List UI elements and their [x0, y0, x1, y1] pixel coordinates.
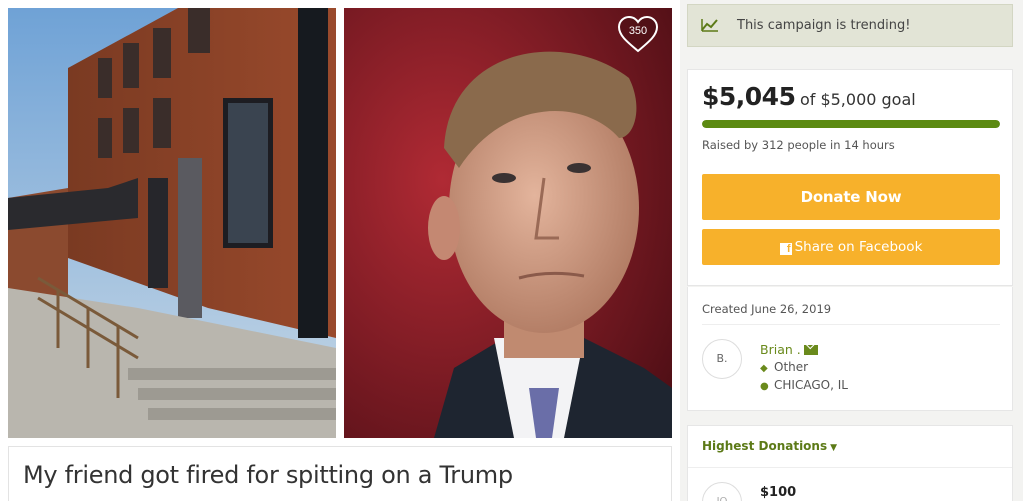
- caret-down-icon[interactable]: ▼: [830, 443, 837, 453]
- location-label: CHICAGO, IL: [774, 378, 848, 392]
- amount-row: $5,045 of $5,000 goal: [702, 82, 916, 111]
- divider: [702, 324, 1000, 325]
- highest-donations-label[interactable]: Highest Donations: [702, 439, 827, 453]
- trending-banner: This campaign is trending!: [687, 4, 1013, 47]
- like-heart-button[interactable]: 350: [616, 14, 660, 54]
- organizer-panel: Created June 26, 2019 B. Brian . ◆ Other …: [687, 287, 1013, 411]
- funding-card: $5,045 of $5,000 goal Raised by 312 peop…: [687, 69, 1013, 286]
- campaign-photo-portrait[interactable]: [344, 8, 672, 438]
- map-pin-icon: ●: [760, 381, 769, 392]
- organizer-avatar: B.: [702, 339, 742, 379]
- trending-chart-icon: [701, 19, 718, 32]
- trending-text: This campaign is trending!: [737, 18, 911, 33]
- donation-amount: $100: [760, 485, 797, 500]
- organizer-name-link[interactable]: Brian .: [760, 342, 818, 357]
- campaign-media: 350 My friend got fired for spitting on …: [0, 0, 680, 501]
- facebook-icon: f: [779, 243, 792, 255]
- goal-text: of $5,000 goal: [799, 90, 916, 109]
- campaign-title-box: My friend got fired for spitting on a Tr…: [8, 446, 672, 501]
- like-count: 350: [628, 25, 648, 37]
- donate-now-button[interactable]: Donate Now: [702, 174, 1000, 220]
- campaign-photo-building[interactable]: [8, 8, 336, 438]
- progress-bar: [702, 120, 1000, 128]
- divider: [688, 467, 1012, 468]
- share-facebook-label: Share on Facebook: [794, 239, 923, 255]
- portrait-photo-image: [344, 8, 672, 438]
- campaign-title: My friend got fired for spitting on a Tr…: [23, 461, 513, 489]
- donations-panel: Highest Donations▼ JO $100: [687, 425, 1013, 501]
- category-label: Other: [774, 360, 809, 374]
- donor-avatar: JO: [702, 482, 742, 501]
- organizer-location: ● CHICAGO, IL: [760, 378, 848, 392]
- created-date: Created June 26, 2019: [702, 302, 832, 316]
- tag-icon: ◆: [760, 363, 768, 374]
- progress-bar-fill: [702, 120, 1000, 128]
- raised-amount: $5,045: [702, 82, 796, 111]
- organizer-category: ◆ Other: [760, 360, 808, 374]
- share-facebook-button[interactable]: f Share on Facebook: [702, 229, 1000, 265]
- highest-donations-dropdown[interactable]: Highest Donations ▼: [702, 439, 837, 453]
- building-photo-image: [8, 8, 336, 438]
- organizer-name[interactable]: Brian .: [760, 342, 801, 357]
- mail-icon[interactable]: [803, 345, 818, 355]
- raised-by-text: Raised by 312 people in 14 hours: [702, 138, 895, 152]
